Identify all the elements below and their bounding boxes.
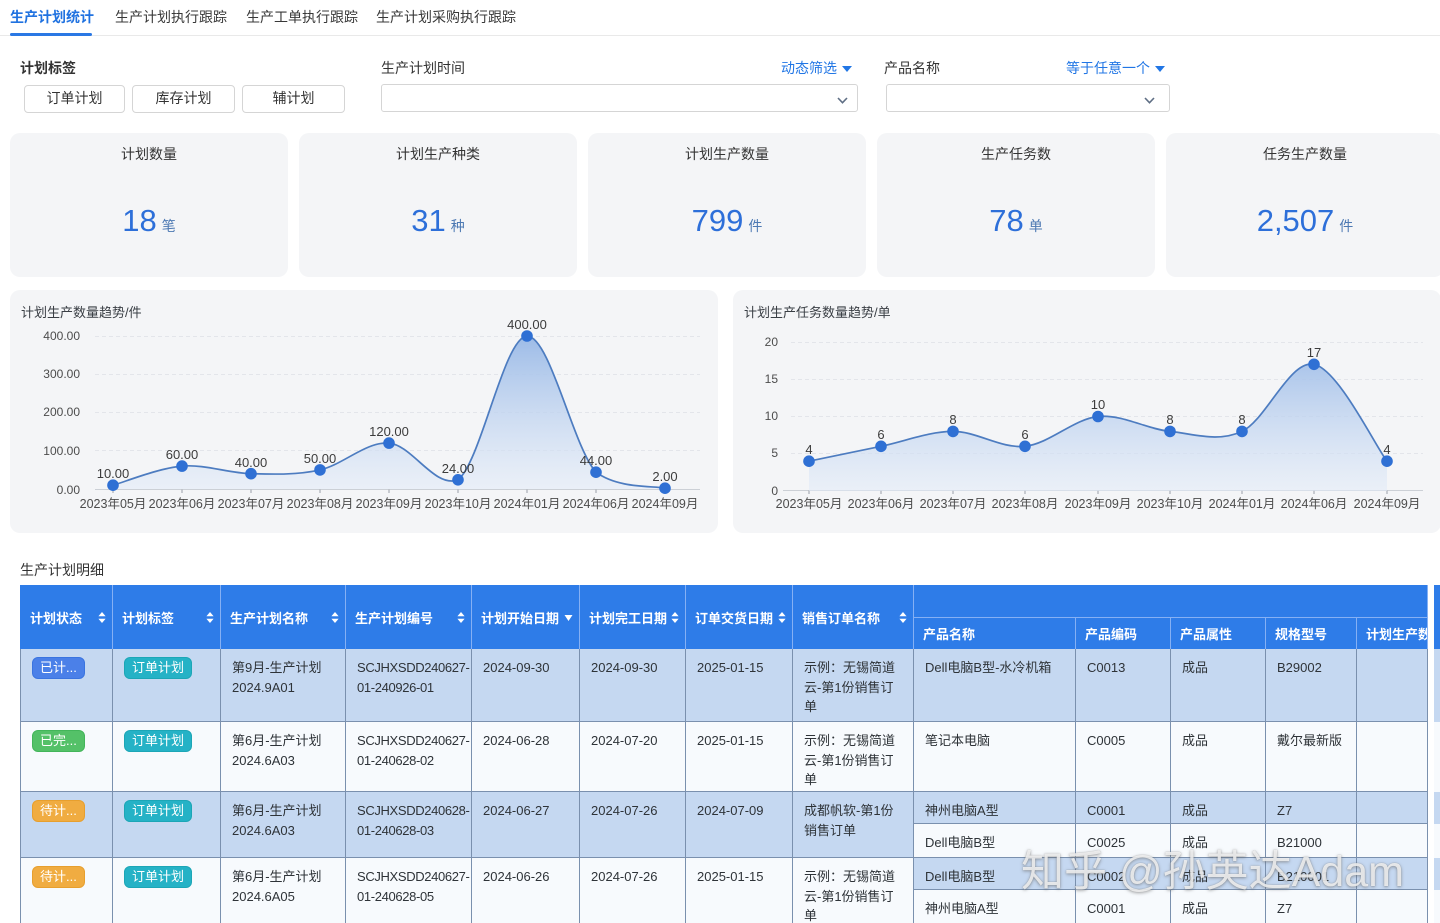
svg-text:20: 20 [765,335,779,349]
svg-text:100.00: 100.00 [43,444,80,458]
svg-text:2023年08月: 2023年08月 [287,497,354,511]
svg-text:400.00: 400.00 [507,317,547,332]
svg-text:2023年05月: 2023年05月 [80,497,147,511]
svg-text:2023年10月: 2023年10月 [1137,497,1204,511]
svg-text:2024年09月: 2024年09月 [1354,497,1421,511]
svg-text:2023年05月: 2023年05月 [776,497,843,511]
svg-text:6: 6 [1021,427,1028,442]
svg-text:17: 17 [1307,345,1321,360]
svg-text:2024年01月: 2024年01月 [1209,497,1276,511]
svg-text:6: 6 [877,427,884,442]
svg-text:2.00: 2.00 [652,469,677,484]
svg-text:200.00: 200.00 [43,405,80,419]
svg-text:10: 10 [1091,397,1105,412]
svg-text:2023年09月: 2023年09月 [1065,497,1132,511]
svg-text:2023年10月: 2023年10月 [425,497,492,511]
svg-text:4: 4 [1383,442,1390,457]
svg-text:8: 8 [1238,412,1245,427]
svg-text:2023年07月: 2023年07月 [920,497,987,511]
svg-text:2023年07月: 2023年07月 [218,497,285,511]
svg-text:400.00: 400.00 [43,329,80,343]
svg-text:2023年06月: 2023年06月 [848,497,915,511]
svg-text:60.00: 60.00 [166,447,199,462]
svg-text:2024年06月: 2024年06月 [563,497,630,511]
svg-text:4: 4 [805,442,812,457]
svg-text:2024年09月: 2024年09月 [632,497,699,511]
svg-text:2023年09月: 2023年09月 [356,497,423,511]
svg-text:2024年06月: 2024年06月 [1281,497,1348,511]
svg-text:40.00: 40.00 [235,455,268,470]
svg-text:24.00: 24.00 [442,461,475,476]
svg-text:300.00: 300.00 [43,367,80,381]
svg-text:10.00: 10.00 [97,466,130,481]
svg-text:0: 0 [771,484,778,498]
svg-text:2024年01月: 2024年01月 [494,497,561,511]
svg-text:2023年08月: 2023年08月 [992,497,1059,511]
svg-text:44.00: 44.00 [580,453,613,468]
svg-text:10: 10 [765,409,779,423]
svg-text:120.00: 120.00 [369,424,409,439]
svg-text:8: 8 [949,412,956,427]
svg-text:8: 8 [1166,412,1173,427]
svg-text:50.00: 50.00 [304,451,337,466]
svg-text:5: 5 [771,446,778,460]
svg-text:2023年06月: 2023年06月 [149,497,216,511]
svg-text:0.00: 0.00 [57,483,81,497]
svg-text:15: 15 [765,372,779,386]
